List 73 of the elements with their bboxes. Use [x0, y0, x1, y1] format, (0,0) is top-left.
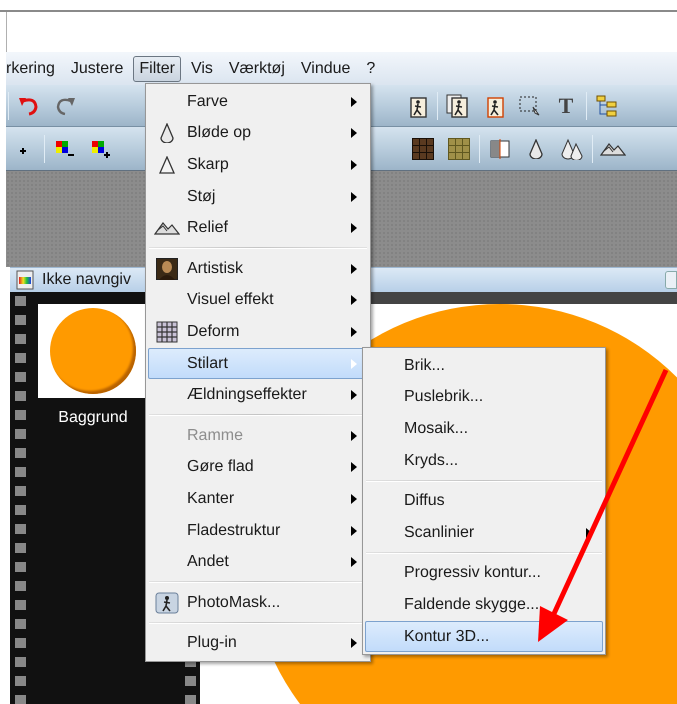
menu-bar-item[interactable]: Filter — [133, 56, 181, 82]
menu-item[interactable]: Kryds... — [365, 444, 603, 476]
submenu-arrow-icon — [351, 192, 357, 202]
sprocket-hole — [14, 334, 26, 344]
sprocket-hole — [14, 448, 26, 458]
sprocket-hole — [185, 676, 196, 686]
submenu-arrow-icon — [351, 462, 357, 472]
submenu-arrow-icon — [351, 390, 357, 400]
sprocket-hole — [14, 638, 26, 648]
photomask-icon — [155, 592, 179, 614]
submenu-arrow-icon — [351, 160, 357, 170]
menu-item[interactable]: Artistisk — [148, 252, 368, 285]
text-tool[interactable]: T — [548, 90, 584, 120]
triangle-icon — [159, 156, 175, 174]
menu-bar-item[interactable]: Vis — [184, 56, 219, 82]
submenu-arrow-icon — [351, 223, 357, 234]
submenu-arrow-icon — [351, 264, 357, 274]
sprocket-hole — [14, 296, 26, 306]
sprocket-hole — [14, 315, 26, 325]
submenu-arrow-icon — [351, 358, 357, 369]
sprocket-hole — [14, 486, 26, 496]
layer-label: Baggrund — [58, 408, 128, 428]
menu-item[interactable]: Mosaik... — [365, 413, 603, 445]
menu-item[interactable]: Farve — [148, 86, 368, 118]
sprocket-hole — [14, 429, 26, 439]
menu-bar-item[interactable]: Vindue — [294, 56, 356, 82]
menu-item[interactable]: Deform — [148, 316, 368, 348]
menu-item[interactable]: Puslebrik... — [365, 382, 603, 414]
menu-item[interactable]: Visuel effekt — [148, 284, 368, 316]
sprocket-hole — [14, 372, 26, 382]
menu-item[interactable]: Relief — [148, 212, 368, 244]
menu-bar-item[interactable]: Værktøj — [222, 56, 291, 82]
sprocket-hole — [14, 676, 26, 686]
portrait-icon — [156, 258, 178, 280]
sprocket-hole — [14, 562, 26, 572]
sprocket-hole — [14, 391, 26, 401]
sprocket-hole — [14, 619, 26, 629]
submenu-arrow-icon — [351, 96, 357, 107]
sprocket-hole — [14, 353, 26, 363]
sprocket-hole — [14, 543, 26, 553]
submenu-arrow-icon — [586, 528, 592, 538]
layer-thumbnail[interactable] — [38, 304, 148, 398]
submenu-arrow-icon — [351, 557, 357, 568]
menu-item[interactable]: Skarp — [148, 149, 368, 181]
menu-item[interactable]: Faldende skygge... — [365, 589, 603, 621]
sprocket-hole — [14, 657, 26, 667]
sprocket-hole — [14, 524, 26, 534]
submenu-arrow-icon — [351, 128, 357, 138]
sprocket-hole — [14, 505, 26, 515]
sprocket-hole — [14, 600, 26, 610]
sprocket-hole — [14, 695, 26, 704]
sprocket-hole — [14, 581, 26, 591]
menu-bar-item[interactable]: rkering — [0, 56, 61, 82]
menu-item[interactable]: Støj — [148, 180, 368, 212]
submenu-arrow-icon — [351, 295, 357, 306]
menu-bar-item[interactable]: ? — [360, 56, 382, 82]
menu-item[interactable]: Bløde op — [148, 118, 368, 150]
menu-item[interactable]: Brik... — [365, 350, 603, 382]
submenu-arrow-icon — [351, 526, 357, 536]
grid-icon — [156, 320, 178, 343]
submenu-arrow-icon — [351, 638, 357, 648]
submenu-arrow-icon — [351, 494, 357, 504]
document-title: Ikke navngiv — [42, 270, 131, 290]
sprocket-hole — [14, 467, 26, 477]
submenu-arrow-icon — [351, 430, 357, 441]
sprocket-hole — [14, 410, 26, 420]
menu-item[interactable]: Progressiv kontur... — [365, 558, 603, 590]
menu-item[interactable]: Kontur 3D... — [365, 620, 603, 652]
menu-item[interactable]: Scanlinier — [365, 516, 603, 549]
submenu-arrow-icon — [351, 326, 357, 337]
menu-item[interactable]: Diffus — [365, 485, 603, 517]
menu-bar-item[interactable]: Justere — [64, 56, 130, 82]
sprocket-hole — [185, 695, 196, 704]
